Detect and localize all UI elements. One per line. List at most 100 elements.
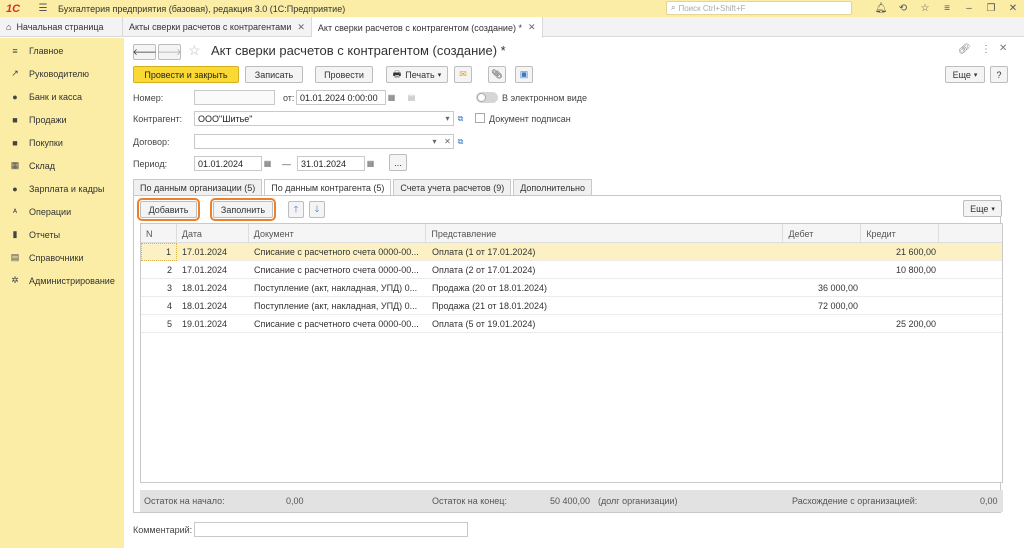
cell-document: Списание с расчетного счета 0000-00... (254, 265, 419, 275)
star-icon[interactable]: ☆ (914, 3, 936, 14)
trend-icon: ↗ (11, 68, 19, 78)
sidebar-item-reports[interactable]: ▮ Отчеты (0, 223, 124, 246)
print-label: Печать (405, 69, 435, 80)
table-row[interactable]: 3 18.01.2024 Поступление (акт, накладная… (141, 279, 1002, 297)
period-dash: — (282, 159, 291, 169)
global-search-input[interactable]: ⌕ Поиск Ctrl+Shift+F (666, 1, 852, 15)
fill-button[interactable]: Заполнить (210, 198, 276, 221)
reconciliation-table[interactable]: N Дата Документ Представление Дебет Кред… (140, 223, 1003, 483)
sidebar-item-admin[interactable]: ✲ Администрирование (0, 269, 124, 292)
calendar-icon[interactable]: ▦ (365, 156, 376, 171)
chevron-down-icon[interactable]: ▾ (429, 134, 440, 149)
period-select-button[interactable]: ... (389, 154, 407, 171)
number-field[interactable] (194, 90, 275, 105)
grid-more-button[interactable]: Еще ▾ (963, 200, 1002, 217)
sidebar-item-operations[interactable]: ᴬ Операции (0, 200, 124, 223)
sidebar-item-bank[interactable]: ● Банк и касса (0, 85, 124, 108)
cell-date: 18.01.2024 (182, 301, 228, 311)
sidebar-item-main[interactable]: ≡ Главное (0, 39, 124, 62)
col-header-date[interactable]: Дата (177, 224, 249, 243)
post-button[interactable]: Провести (315, 66, 373, 83)
history-icon[interactable]: ⟲ (892, 3, 914, 14)
person-icon: ● (12, 183, 18, 194)
sidebar-item-label: Зарплата и кадры (29, 183, 105, 194)
signed-checkbox[interactable] (475, 113, 485, 123)
tab-reconciliation-create[interactable]: Акт сверки расчетов с контрагентом (созд… (311, 17, 543, 38)
date-field[interactable]: 01.01.2024 0:00:00 (296, 90, 386, 105)
cell-representation: Продажа (21 от 18.01.2024) (432, 301, 548, 311)
period-from-field[interactable]: 01.01.2024 (194, 156, 262, 171)
menu-icon[interactable]: ☰ (36, 3, 50, 14)
sidebar-item-catalogs[interactable]: ▤ Справочники (0, 246, 124, 269)
clear-icon[interactable]: ✕ (442, 134, 453, 149)
close-document-icon[interactable]: ✕ (999, 43, 1007, 54)
move-down-button[interactable]: 🡓 (309, 201, 325, 218)
move-up-button[interactable]: 🡑 (288, 201, 304, 218)
col-header-n[interactable]: N (141, 224, 177, 243)
sidebar-item-purchases[interactable]: ■ Покупки (0, 131, 124, 154)
sidebar-item-sales[interactable]: ■ Продажи (0, 108, 124, 131)
attach-button[interactable]: 📎︎ (488, 66, 506, 83)
cell-document: Поступление (акт, накладная, УПД) 0... (254, 283, 418, 293)
structure-button[interactable]: ▣ (515, 66, 533, 83)
back-button[interactable]: 🡐 (132, 44, 157, 60)
app-title: Бухгалтерия предприятия (базовая), редак… (58, 3, 346, 14)
menu-lines-icon[interactable]: ≡ (936, 3, 958, 14)
sidebar-item-label: Администрирование (29, 275, 115, 286)
sidebar-item-payroll[interactable]: ● Зарплата и кадры (0, 177, 124, 200)
cell-n: 3 (166, 283, 172, 293)
table-row[interactable]: 1 17.01.2024 Списание с расчетного счета… (141, 243, 1002, 261)
col-header-debit[interactable]: Дебет (783, 224, 862, 243)
envelope-button[interactable]: ✉ (454, 66, 472, 83)
add-button[interactable]: Добавить (137, 198, 200, 221)
electronic-toggle[interactable] (476, 92, 498, 103)
cell-text: 1 (165, 247, 171, 257)
tab-label: Акты сверки расчетов с контрагентами (129, 22, 292, 32)
minimize-icon[interactable]: – (958, 3, 980, 14)
col-header-credit[interactable]: Кредит (861, 224, 940, 243)
tab-accounts[interactable]: Счета учета расчетов (9) (393, 179, 512, 195)
date-history-icon[interactable]: ▤ (406, 90, 417, 105)
period-to-field[interactable]: 31.01.2024 (297, 156, 365, 171)
sidebar-item-warehouse[interactable]: ▦ Склад (0, 154, 124, 177)
tab-home[interactable]: ⌂ Начальная страница (0, 17, 123, 37)
col-header-document[interactable]: Документ (249, 224, 427, 243)
more-vertical-icon[interactable]: ⋮ (981, 44, 991, 55)
tab-reconciliation-list[interactable]: Акты сверки расчетов с контрагентами ✕ (123, 17, 312, 37)
contract-field[interactable] (194, 134, 454, 149)
open-link-icon[interactable]: ⧉ (455, 111, 466, 126)
open-link-icon[interactable]: ⧉ (455, 134, 466, 149)
link-icon[interactable]: 🔗︎ (958, 44, 971, 55)
forward-button[interactable]: 🡒 (157, 44, 182, 60)
bell-icon[interactable]: 🔔︎ (870, 3, 892, 14)
chevron-down-icon: ▾ (973, 71, 978, 79)
cell-credit: 21 600,00 (895, 247, 936, 257)
calendar-icon[interactable]: ▦ (386, 90, 397, 105)
chevron-down-icon[interactable]: ▾ (442, 111, 453, 126)
counterparty-field[interactable]: ООО"Шитье" (194, 111, 454, 126)
calendar-icon[interactable]: ▦ (262, 156, 273, 171)
tab-counterparty-data[interactable]: По данным контрагента (5) (264, 179, 392, 196)
close-icon[interactable]: ✕ (1002, 3, 1024, 14)
cell-date: 18.01.2024 (182, 283, 228, 293)
sidebar-item-label: Отчеты (29, 229, 61, 240)
more-button[interactable]: Еще ▾ (945, 66, 985, 83)
col-header-representation[interactable]: Представление (426, 224, 784, 243)
star-icon[interactable]: ☆ (188, 42, 201, 59)
comment-field[interactable] (194, 522, 468, 537)
tab-additional[interactable]: Дополнительно (513, 179, 592, 195)
sidebar-item-manager[interactable]: ↗ Руководителю (0, 62, 124, 85)
close-tab-icon[interactable]: ✕ (297, 22, 305, 33)
post-and-close-button[interactable]: Провести и закрыть (133, 66, 239, 83)
table-row[interactable]: 5 19.01.2024 Списание с расчетного счета… (141, 315, 1002, 333)
start-balance-label: Остаток на начало: (144, 496, 225, 506)
table-row[interactable]: 4 18.01.2024 Поступление (акт, накладная… (141, 297, 1002, 315)
print-button[interactable]: 🖶 Печать ▾ (386, 66, 448, 83)
help-button[interactable]: ? (990, 66, 1008, 83)
cell-representation: Оплата (2 от 17.01.2024) (432, 265, 536, 275)
restore-icon[interactable]: ❐ (980, 3, 1002, 14)
close-tab-icon[interactable]: ✕ (528, 22, 536, 33)
tab-org-data[interactable]: По данным организации (5) (133, 179, 263, 195)
table-row[interactable]: 2 17.01.2024 Списание с расчетного счета… (141, 261, 1002, 279)
save-button[interactable]: Записать (245, 66, 303, 83)
